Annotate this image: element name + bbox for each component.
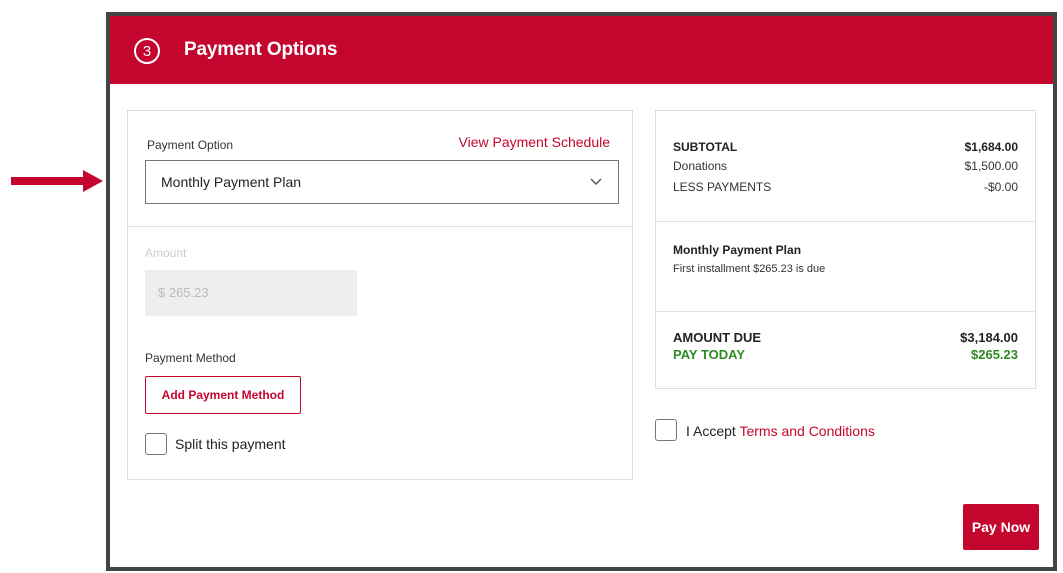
payment-options-panel: 3 Payment Options Payment Option View Pa…: [106, 12, 1057, 571]
pay-today-value: $265.23: [971, 347, 1018, 362]
pay-now-button[interactable]: Pay Now: [963, 504, 1039, 550]
terms-and-conditions-link[interactable]: Terms and Conditions: [739, 423, 874, 439]
pointer-arrow-icon: [11, 170, 103, 192]
pay-today-row: PAY TODAY $265.23: [673, 347, 1018, 362]
view-payment-schedule-link[interactable]: View Payment Schedule: [459, 134, 611, 150]
accept-prefix: I Accept: [686, 423, 736, 439]
less-payments-value: -$0.00: [983, 180, 1018, 194]
subtotal-row: SUBTOTAL $1,684.00: [673, 140, 1018, 154]
divider: [656, 311, 1035, 312]
split-payment-checkbox[interactable]: [145, 433, 167, 455]
order-summary-card: SUBTOTAL $1,684.00 Donations $1,500.00 L…: [655, 110, 1036, 389]
amount-due-value: $3,184.00: [960, 330, 1018, 345]
less-payments-label: LESS PAYMENTS: [673, 180, 772, 194]
amount-label: Amount: [145, 246, 187, 260]
payment-option-label: Payment Option: [147, 138, 234, 152]
amount-field: $ 265.23: [145, 270, 357, 316]
divider: [128, 226, 632, 227]
donations-value: $1,500.00: [964, 159, 1018, 173]
chevron-down-icon: [590, 178, 602, 185]
amount-value: $ 265.23: [158, 285, 209, 300]
split-payment-label: Split this payment: [175, 436, 286, 452]
donations-label: Donations: [673, 159, 728, 173]
payment-option-select[interactable]: Monthly Payment Plan: [145, 160, 619, 204]
amount-due-label: AMOUNT DUE: [673, 330, 762, 345]
section-title: Payment Options: [184, 39, 338, 60]
plan-description: First installment $265.23 is due: [673, 263, 826, 275]
subtotal-label: SUBTOTAL: [673, 140, 738, 154]
subtotal-value: $1,684.00: [964, 140, 1018, 154]
payment-method-label: Payment Method: [145, 351, 236, 365]
add-payment-method-button[interactable]: Add Payment Method: [145, 376, 301, 414]
donations-row: Donations $1,500.00: [673, 159, 1018, 173]
accept-terms-checkbox[interactable]: [655, 419, 677, 441]
less-payments-row: LESS PAYMENTS -$0.00: [673, 180, 1018, 194]
payment-settings-card: Payment Option View Payment Schedule Mon…: [127, 110, 633, 480]
plan-title: Monthly Payment Plan: [673, 243, 802, 257]
divider: [656, 221, 1035, 222]
amount-due-row: AMOUNT DUE $3,184.00: [673, 330, 1018, 345]
payment-option-selected-value: Monthly Payment Plan: [161, 174, 302, 190]
pay-today-label: PAY TODAY: [673, 347, 746, 362]
accept-terms-label: I Accept Terms and Conditions: [686, 423, 875, 439]
section-header: 3 Payment Options: [110, 16, 1053, 84]
step-number-badge: 3: [134, 38, 160, 64]
